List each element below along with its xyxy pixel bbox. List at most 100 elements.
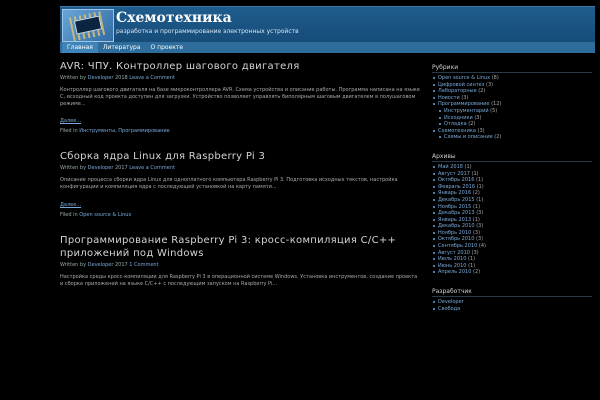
post-date: 2017	[114, 261, 128, 268]
category-item: Исходники (3)	[432, 115, 592, 122]
archive-item: Май 2018 (1)	[432, 164, 592, 171]
nav-literature[interactable]: Литература	[98, 42, 146, 53]
archive-item-link[interactable]: Октябрь 2016	[438, 177, 474, 183]
category-item: Программирование (12)	[432, 101, 592, 108]
category-item-link[interactable]: Схемотехника	[438, 128, 476, 134]
category-item-count: (3)	[461, 94, 469, 101]
category-item-link[interactable]: Инструментарий	[444, 108, 489, 114]
widget-title: Архивы	[432, 153, 592, 162]
post-author[interactable]: Developer	[88, 165, 114, 171]
post-category-link[interactable]: Open source & Linux	[79, 212, 131, 218]
post-author[interactable]: Developer	[88, 262, 114, 268]
archive-item-count: (1)	[476, 196, 484, 203]
meta-item: Свобода	[432, 306, 592, 313]
main-nav: Главная Литература О проекте	[60, 42, 595, 53]
archive-item-link[interactable]: Декабрь 2015	[438, 197, 475, 203]
post-title[interactable]: Сборка ядра Linux для Raspberry Pi 3	[60, 150, 420, 163]
archive-item-link[interactable]: Июнь 2010	[438, 263, 466, 269]
archive-item-link[interactable]: Декабрь 2013	[438, 210, 475, 216]
category-item: Новости (3)	[432, 95, 592, 102]
archive-item-link[interactable]: Ноябрь 2015	[438, 204, 471, 210]
meta-item-link[interactable]: Свобода	[438, 306, 460, 312]
category-item-link[interactable]: Цифровой синтез	[438, 82, 484, 88]
post-meta: Written by Developer 2017 Leave a Commen…	[60, 165, 420, 172]
archive-item: Февраль 2016 (1)	[432, 184, 592, 191]
archive-item: Ноябрь 2010 (3)	[432, 230, 592, 237]
archive-item-link[interactable]: Июль 2010	[438, 256, 466, 262]
archive-item-link[interactable]: Ноябрь 2010	[438, 230, 471, 236]
archive-item-link[interactable]: Декабрь 2010	[438, 223, 475, 229]
category-item: Схемы и описание (2)	[432, 134, 592, 141]
site-description: разработка и программирование электронны…	[116, 28, 299, 35]
site-logo[interactable]	[62, 9, 114, 42]
archives-widget: Архивы Май 2018 (1) Август 2017 (1) Октябр…	[432, 153, 592, 276]
category-item-link[interactable]: Лабораторные	[438, 88, 477, 94]
archive-item-count: (1)	[468, 256, 476, 263]
nav-about[interactable]: О проекте	[146, 42, 189, 53]
category-item-link[interactable]: Исходники	[444, 115, 473, 121]
post-category-link[interactable]: Инструменты, Программирование	[79, 128, 169, 134]
archive-item-count: (1)	[476, 177, 484, 184]
post-list: AVR: ЧПУ. Контроллер шагового двигателя …	[60, 60, 420, 303]
category-item-count: (3)	[474, 114, 482, 121]
sidebar: Рубрики Open source & Linux (8) Цифровой …	[432, 64, 592, 324]
site-title[interactable]: Схемотехника	[116, 10, 232, 26]
read-more-link[interactable]: Далее...	[60, 202, 81, 208]
archive-item-link[interactable]: Февраль 2016	[438, 184, 475, 190]
categories-widget: Рубрики Open source & Linux (8) Цифровой …	[432, 64, 592, 141]
archive-item-count: (3)	[471, 249, 479, 256]
category-item: Схемотехника (3)	[432, 128, 592, 135]
category-item-count: (8)	[491, 75, 499, 81]
archive-item: Ноябрь 2015 (1)	[432, 204, 592, 211]
archive-item: Декабрь 2015 (1)	[432, 197, 592, 204]
archive-item-count: (2)	[473, 269, 481, 276]
category-item-count: (3)	[486, 81, 494, 88]
post-meta: Written by Developer 2017 1 Comment	[60, 262, 420, 269]
archive-item-link[interactable]: Январь 2016	[438, 190, 471, 196]
archive-item: Октябрь 2016 (1)	[432, 177, 592, 184]
archive-item-link[interactable]: Сентябрь 2010	[438, 243, 477, 249]
widget-title: Рубрики	[432, 64, 592, 73]
category-item: Цифровой синтез (3)	[432, 82, 592, 89]
archive-item-link[interactable]: Май 2018	[438, 164, 463, 170]
category-item-count: (2)	[468, 121, 476, 128]
archive-item-count: (3)	[476, 210, 484, 217]
post-title[interactable]: Программирование Raspberry Pi 3: кросс-к…	[60, 234, 420, 260]
category-item-count: (5)	[490, 107, 498, 114]
archive-list: Май 2018 (1) Август 2017 (1) Октябрь 2016 …	[432, 164, 592, 276]
archive-item-count: (3)	[476, 223, 484, 230]
archive-item-count: (2)	[472, 190, 480, 197]
post-categories: Filed in Инструменты, Программирование	[60, 128, 420, 135]
category-item-link[interactable]: Отладка	[444, 121, 467, 127]
archive-item-link[interactable]: Апрель 2010	[438, 269, 471, 275]
post-comments-link[interactable]: 1 Comment	[129, 262, 158, 268]
archive-item: Август 2017 (1)	[432, 171, 592, 178]
meta-item-link[interactable]: Developer	[438, 299, 464, 305]
category-item-link[interactable]: Схемы и описание	[444, 134, 493, 140]
archive-item-link[interactable]: Август 2017	[438, 171, 470, 177]
archive-item-count: (1)	[472, 203, 481, 210]
category-item-link[interactable]: Open source & Linux	[438, 75, 490, 81]
archive-item-link[interactable]: Январь 2013	[438, 217, 471, 223]
category-item-count: (3)	[477, 127, 485, 134]
archive-item-link[interactable]: Август 2010	[438, 250, 470, 256]
archive-item-count: (1)	[468, 262, 476, 269]
post-excerpt: Описание процесса сборки ядра Linux для …	[60, 177, 398, 191]
nav-home[interactable]: Главная	[62, 42, 98, 53]
archive-item: Сентябрь 2010 (4)	[432, 243, 592, 250]
post-author[interactable]: Developer	[88, 75, 114, 81]
post-date: 2017	[114, 165, 128, 172]
category-item-count: (12)	[491, 101, 502, 108]
site-header: Схемотехника разработка и программирован…	[60, 6, 595, 42]
category-item-link[interactable]: Новости	[438, 95, 460, 101]
category-item-count: (2)	[478, 88, 486, 95]
category-item-link[interactable]: Программирование	[438, 101, 490, 107]
archive-item-link[interactable]: Октябрь 2010	[438, 236, 474, 242]
post-title[interactable]: AVR: ЧПУ. Контроллер шагового двигателя	[60, 60, 420, 73]
post-comments-link[interactable]: Leave a Comment	[129, 75, 175, 81]
read-more-link[interactable]: Далее...	[60, 118, 81, 124]
archive-item: Декабрь 2013 (3)	[432, 210, 592, 217]
archive-item-count: (1)	[472, 216, 480, 223]
post-comments-link[interactable]: Leave a Comment	[129, 165, 175, 171]
archive-item: Июнь 2010 (1)	[432, 263, 592, 270]
